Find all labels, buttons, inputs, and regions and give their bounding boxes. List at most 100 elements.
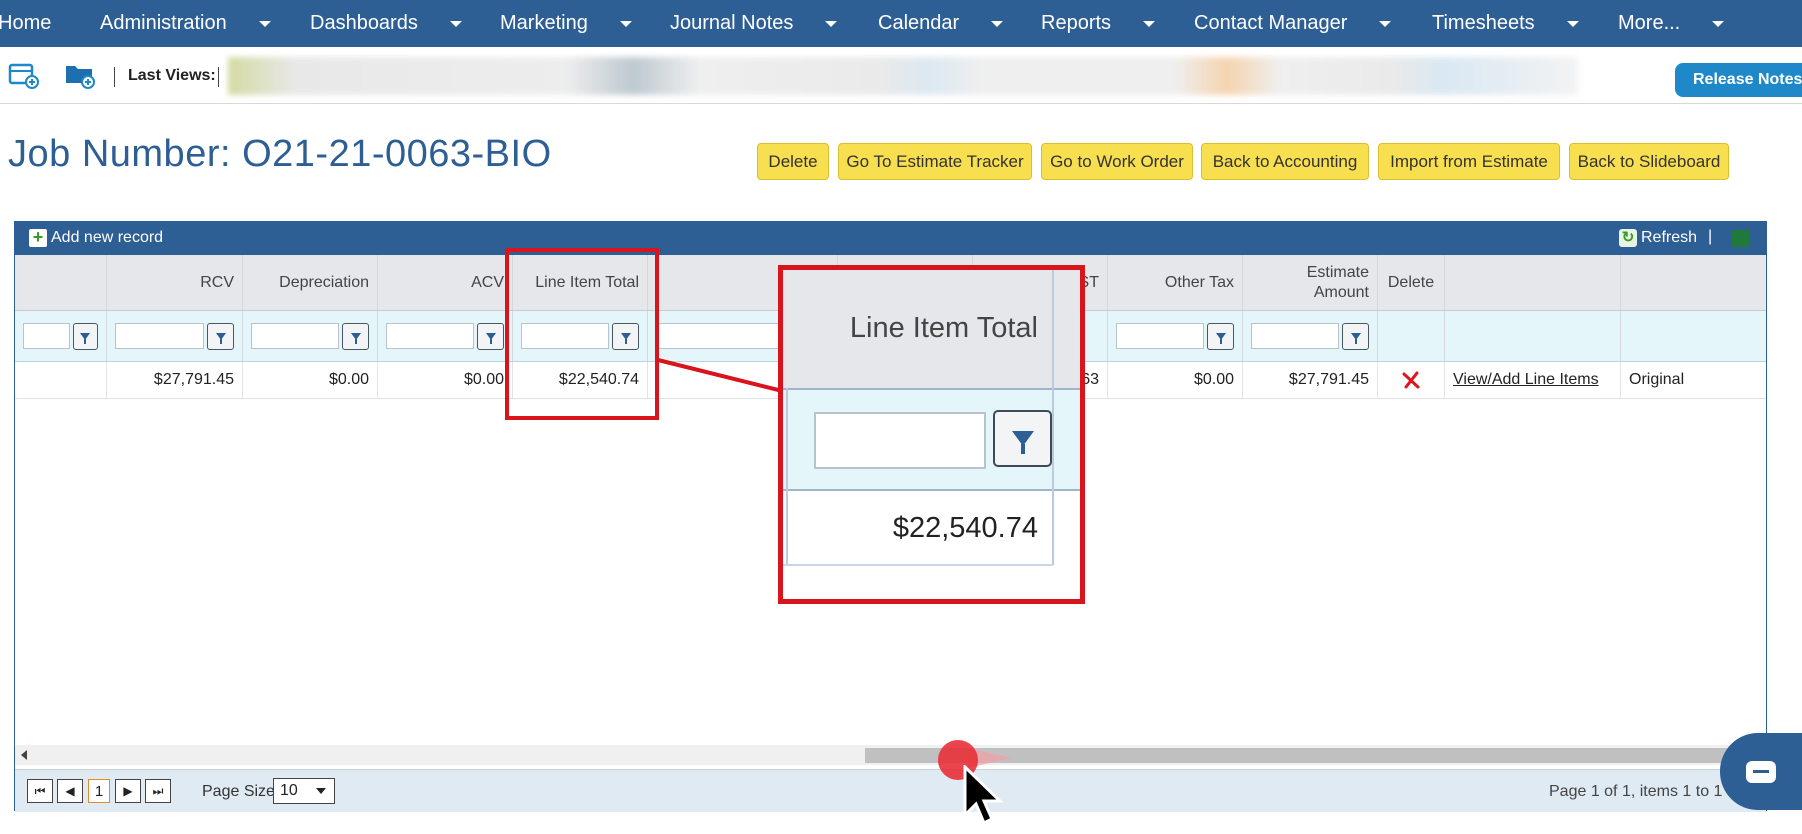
- chat-button[interactable]: [1720, 733, 1802, 810]
- cell-acv: $0.00: [378, 362, 513, 398]
- funnel-icon: [485, 332, 496, 344]
- chevron-down-icon: [619, 20, 632, 27]
- filter-cell-depreciation: [243, 311, 378, 361]
- chevron-down-icon: [449, 20, 462, 27]
- delete-button[interactable]: Delete: [757, 143, 829, 180]
- import-from-estimate-button[interactable]: Import from Estimate: [1378, 143, 1560, 180]
- zoom-divider: [783, 564, 1053, 566]
- nav-home[interactable]: Home: [0, 0, 51, 47]
- filter-cell: [15, 311, 107, 361]
- filter-input[interactable]: [386, 323, 475, 349]
- excel-export-icon[interactable]: [1732, 230, 1749, 247]
- chevron-down-icon: [1379, 20, 1392, 27]
- back-to-accounting-button[interactable]: Back to Accounting: [1201, 143, 1369, 180]
- chevron-down-icon: [825, 20, 838, 27]
- refresh-button[interactable]: ↻ Refresh: [1619, 229, 1697, 247]
- funnel-icon: [80, 332, 91, 344]
- chevron-down-icon: [258, 20, 271, 27]
- cell-line-items: View/Add Line Items: [1445, 362, 1621, 398]
- go-to-work-order-button[interactable]: Go to Work Order: [1041, 143, 1193, 180]
- next-page-button[interactable]: ▶: [115, 779, 141, 803]
- release-notes-button[interactable]: Release Notes: [1675, 63, 1802, 97]
- filter-cell-estimate-amount: [1243, 311, 1378, 361]
- funnel-icon: [215, 332, 226, 344]
- highlight-box: [505, 248, 659, 420]
- filter-input[interactable]: [1251, 323, 1340, 349]
- column-header[interactable]: [15, 255, 107, 310]
- filter-input[interactable]: [1116, 323, 1205, 349]
- page-title: Job Number: O21-21-0063-BIO: [8, 133, 552, 175]
- first-page-button[interactable]: ⏮: [27, 779, 53, 803]
- filter-button[interactable]: [1342, 322, 1369, 350]
- filter-cell-acv: [378, 311, 513, 361]
- column-header-other-tax[interactable]: Other Tax: [1108, 255, 1243, 310]
- next-page-icon: ▶: [123, 784, 133, 798]
- add-new-record-button[interactable]: + Add new record: [29, 228, 163, 247]
- filter-cell-rcv: [107, 311, 243, 361]
- zoom-header-label: Line Item Total: [849, 312, 1038, 344]
- view-add-line-items-link[interactable]: View/Add Line Items: [1453, 371, 1599, 389]
- cell-other-tax: $0.00: [1108, 362, 1243, 398]
- prev-page-icon: ◀: [65, 784, 75, 798]
- nav-contact-manager[interactable]: Contact Manager: [1194, 0, 1392, 47]
- prev-page-button[interactable]: ◀: [57, 779, 83, 803]
- chevron-down-icon: [1566, 20, 1579, 27]
- filter-cell: [1378, 311, 1445, 361]
- funnel-icon: [350, 332, 361, 344]
- grid-toolbar: + Add new record ↻ Refresh |: [15, 222, 1766, 255]
- last-page-icon: ⏭: [152, 783, 164, 798]
- column-header-rcv[interactable]: RCV: [107, 255, 243, 310]
- top-navigation: Home Administration Dashboards Marketing…: [0, 0, 1802, 47]
- last-page-button[interactable]: ⏭: [145, 779, 171, 803]
- delete-x-icon[interactable]: [1402, 371, 1420, 389]
- filter-input[interactable]: [656, 323, 796, 349]
- nav-calendar[interactable]: Calendar: [878, 0, 1004, 47]
- filter-button[interactable]: [1207, 322, 1234, 350]
- nav-timesheets[interactable]: Timesheets: [1432, 0, 1579, 47]
- nav-dashboards[interactable]: Dashboards: [310, 0, 462, 47]
- filter-button[interactable]: [207, 322, 234, 350]
- zoom-filter-input: [814, 412, 986, 469]
- filter-cell-other-tax: [1108, 311, 1243, 361]
- nav-marketing[interactable]: Marketing: [500, 0, 632, 47]
- new-folder-icon[interactable]: [64, 61, 96, 89]
- column-header-acv[interactable]: ACV: [378, 255, 513, 310]
- back-to-slideboard-button[interactable]: Back to Slideboard: [1569, 143, 1729, 180]
- filter-input[interactable]: [115, 323, 205, 349]
- chevron-down-icon: [1712, 20, 1725, 27]
- page-size-select[interactable]: 10: [273, 778, 335, 804]
- page-size-label: Page Size: [202, 783, 275, 800]
- last-views-label: Last Views:: [128, 67, 216, 84]
- new-file-icon[interactable]: [8, 61, 40, 89]
- quick-toolbar: Last Views:: [0, 47, 1802, 104]
- nav-more[interactable]: More...: [1618, 0, 1725, 47]
- nav-journal-notes[interactable]: Journal Notes: [670, 0, 838, 47]
- pager-info: Page 1 of 1, items 1 to 1: [1549, 783, 1723, 800]
- last-views-list[interactable]: [228, 57, 1578, 95]
- zoom-filter-button: [993, 410, 1052, 467]
- plus-icon: +: [29, 228, 47, 247]
- funnel-icon: [1011, 431, 1034, 454]
- scroll-left-arrow-icon[interactable]: [21, 750, 27, 760]
- cell-delete: [1378, 362, 1445, 398]
- zoom-column-header: Line Item Total: [783, 270, 1080, 390]
- filter-button[interactable]: [72, 322, 98, 350]
- filter-input[interactable]: [251, 323, 340, 349]
- nav-reports[interactable]: Reports: [1041, 0, 1156, 47]
- zoom-divider: [1052, 270, 1054, 565]
- column-header-depreciation[interactable]: Depreciation: [243, 255, 378, 310]
- filter-button[interactable]: [477, 322, 504, 350]
- chat-icon: [1746, 760, 1776, 783]
- filter-button[interactable]: [342, 322, 369, 350]
- zoom-filter-row: [783, 390, 1080, 491]
- zoom-cell-value: $22,540.74: [892, 512, 1038, 544]
- filter-input[interactable]: [23, 323, 70, 349]
- go-to-estimate-tracker-button[interactable]: Go To Estimate Tracker: [838, 143, 1032, 180]
- zoom-callout: Line Item Total $22,540.74: [778, 265, 1085, 604]
- column-header-estimate-amount[interactable]: Estimate Amount: [1243, 255, 1378, 310]
- mouse-cursor-icon: [963, 765, 1003, 826]
- horizontal-scrollbar[interactable]: [15, 745, 1766, 765]
- nav-administration[interactable]: Administration: [100, 0, 271, 47]
- toolbar-divider: [114, 67, 115, 87]
- current-page[interactable]: 1: [88, 779, 110, 803]
